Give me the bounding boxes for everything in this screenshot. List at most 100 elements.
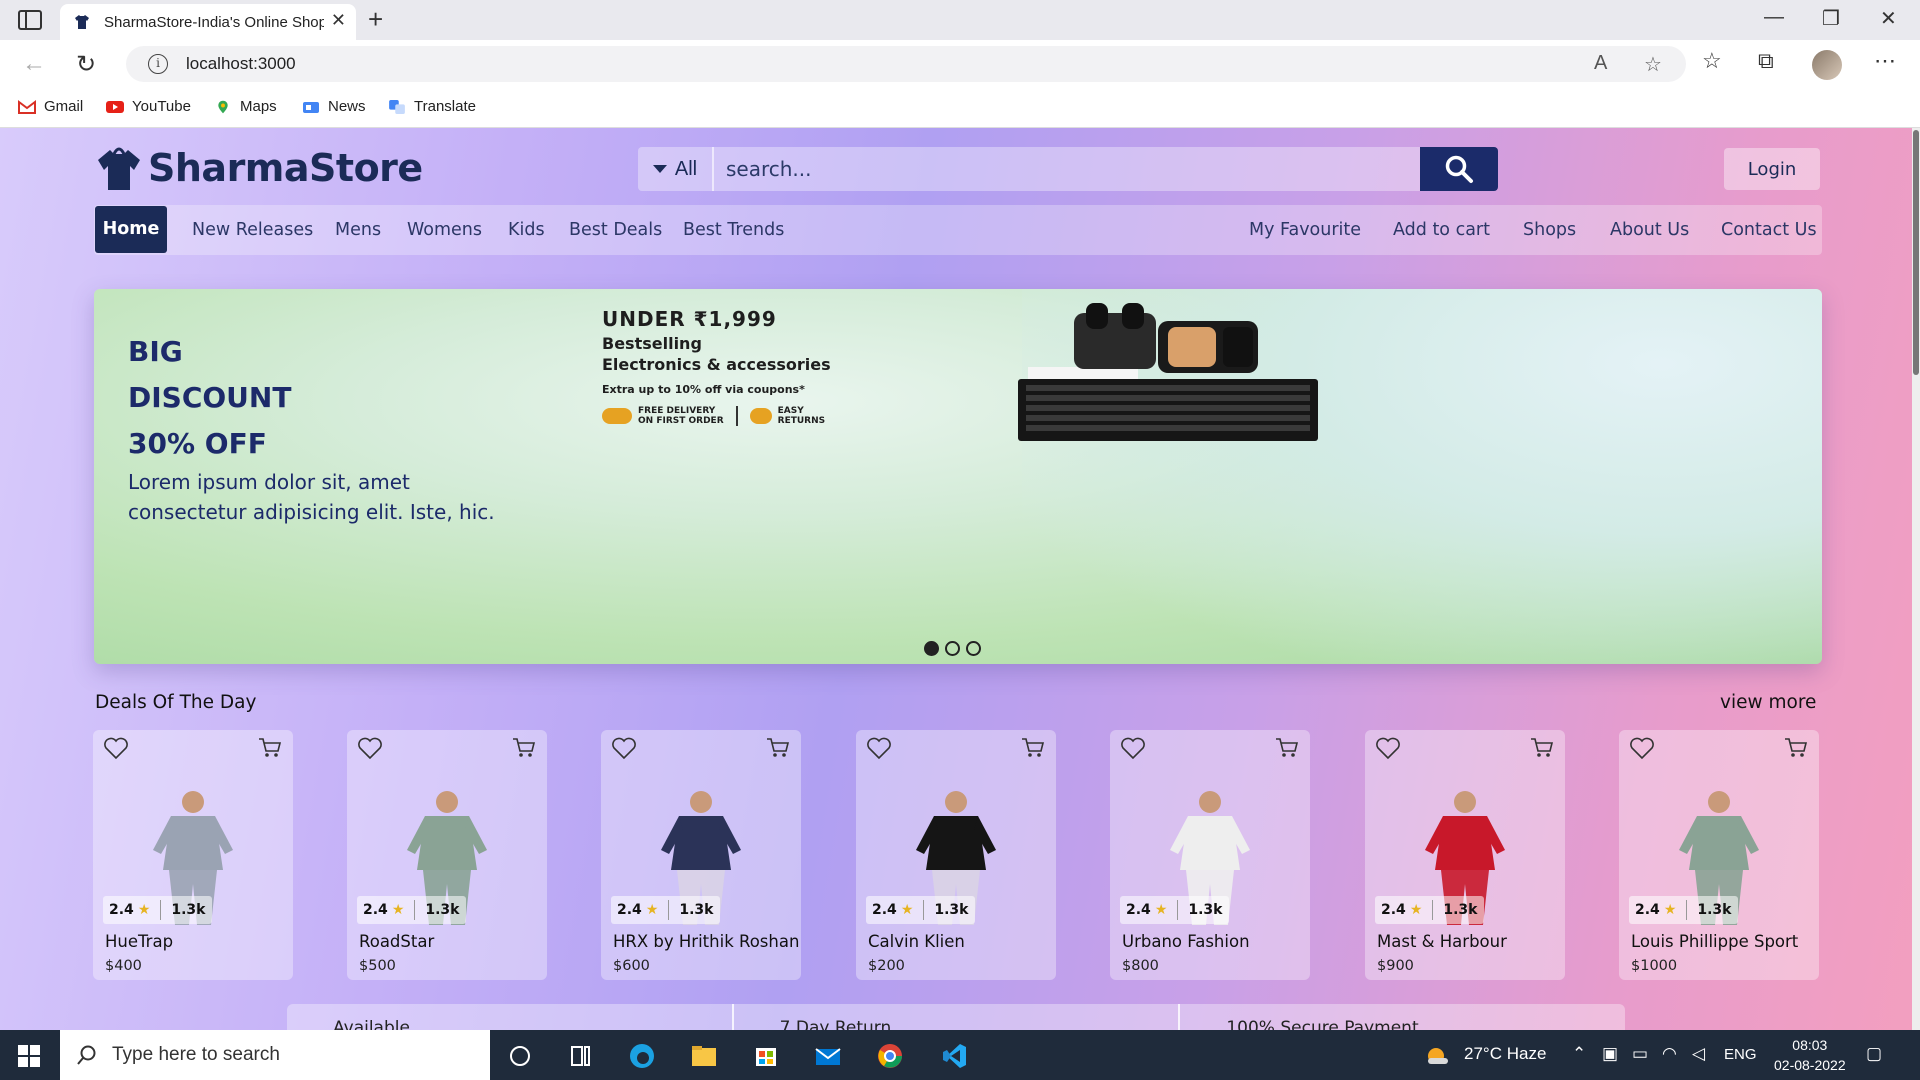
chevron-up-icon[interactable]: ⌃ — [1572, 1044, 1586, 1064]
language-indicator[interactable]: ENG — [1724, 1046, 1757, 1063]
features-strip: Available 7 Day Return 100% Secure Payme… — [287, 1004, 1625, 1030]
add-favorite-icon[interactable]: ☆ — [1644, 52, 1662, 77]
heart-icon[interactable] — [357, 736, 383, 760]
scrollbar-thumb[interactable] — [1913, 130, 1919, 375]
product-card[interactable]: 2.4 ★ 1.3k Mast & Harbour $900 — [1365, 730, 1565, 980]
product-card[interactable]: 2.4 ★ 1.3k RoadStar $500 — [347, 730, 547, 980]
site-logo[interactable]: SharmaStore — [96, 144, 423, 192]
view-more-link[interactable]: view more — [1720, 692, 1816, 713]
url-field[interactable]: i localhost:3000 A ☆ — [126, 46, 1686, 82]
login-button[interactable]: Login — [1724, 148, 1820, 190]
product-name: HueTrap — [105, 932, 174, 951]
nav-new-releases[interactable]: New Releases — [192, 205, 313, 255]
read-aloud-icon[interactable]: A — [1594, 52, 1607, 75]
product-card[interactable]: 2.4 ★ 1.3k Calvin Klien $200 — [856, 730, 1056, 980]
hero-carousel[interactable]: BIG DISCOUNT 30% OFF Lorem ipsum dolor s… — [94, 289, 1822, 664]
back-icon[interactable]: ← — [22, 50, 46, 78]
task-view-icon[interactable] — [566, 1042, 594, 1070]
profile-avatar[interactable] — [1812, 50, 1842, 80]
search-category-dropdown[interactable]: All — [638, 147, 714, 191]
product-name: Urbano Fashion — [1122, 932, 1250, 951]
close-window-icon[interactable]: ✕ — [1880, 6, 1897, 31]
nav-mens[interactable]: Mens — [335, 205, 381, 255]
heart-icon[interactable] — [1375, 736, 1401, 760]
nav-my-favourite[interactable]: My Favourite — [1249, 205, 1361, 255]
bookmark-label: Maps — [240, 98, 277, 115]
mail-icon[interactable] — [814, 1042, 842, 1070]
nav-kids[interactable]: Kids — [508, 205, 545, 255]
store-icon[interactable] — [752, 1042, 780, 1070]
carousel-dot-3[interactable] — [966, 641, 981, 656]
new-tab-icon[interactable]: + — [368, 4, 383, 35]
nav-shops[interactable]: Shops — [1523, 205, 1576, 255]
cortana-icon[interactable] — [506, 1042, 534, 1070]
vscode-icon[interactable] — [940, 1042, 968, 1070]
bookmark-translate[interactable]: Translate — [388, 98, 476, 115]
heart-icon[interactable] — [1120, 736, 1146, 760]
product-card[interactable]: 2.4 ★ 1.3k HueTrap $400 — [93, 730, 293, 980]
bookmark-maps[interactable]: Maps — [214, 98, 277, 115]
edge-icon[interactable] — [628, 1042, 656, 1070]
heart-icon[interactable] — [1629, 736, 1655, 760]
product-card[interactable]: 2.4 ★ 1.3k HRX by Hrithik Roshan $600 — [601, 730, 801, 980]
nav-best-trends[interactable]: Best Trends — [683, 205, 784, 255]
weather-icon[interactable] — [1424, 1042, 1452, 1070]
collections-icon[interactable]: ⧉ — [1758, 48, 1774, 74]
nav-about-us[interactable]: About Us — [1610, 205, 1689, 255]
maximize-icon[interactable]: ❐ — [1822, 6, 1840, 31]
product-card[interactable]: 2.4 ★ 1.3k Louis Phillippe Sport $1000 — [1619, 730, 1819, 980]
info-icon[interactable]: i — [148, 54, 168, 74]
wifi-icon[interactable]: ◠ — [1662, 1044, 1677, 1064]
browser-tab[interactable]: SharmaStore-India's Online Shop ✕ — [60, 4, 356, 40]
product-price: $400 — [105, 958, 142, 974]
bookmark-youtube[interactable]: YouTube — [106, 98, 191, 115]
bookmark-label: Gmail — [44, 98, 84, 115]
nav-add-to-cart[interactable]: Add to cart — [1393, 205, 1490, 255]
add-to-cart-icon[interactable] — [257, 736, 283, 760]
volume-icon[interactable]: ◁ — [1692, 1044, 1705, 1064]
battery-icon[interactable]: ▭ — [1632, 1044, 1648, 1064]
page-scrollbar[interactable] — [1912, 128, 1920, 1030]
minimize-icon[interactable]: — — [1764, 6, 1784, 29]
promo-sub-1: Bestselling — [602, 334, 702, 353]
add-to-cart-icon[interactable] — [1783, 736, 1809, 760]
badge-text: FREE DELIVERY — [638, 406, 716, 416]
add-to-cart-icon[interactable] — [1020, 736, 1046, 760]
nav-womens[interactable]: Womens — [407, 205, 482, 255]
carousel-dot-1[interactable] — [924, 641, 939, 656]
gmail-icon — [18, 99, 36, 114]
file-explorer-icon[interactable] — [690, 1042, 718, 1070]
add-to-cart-icon[interactable] — [511, 736, 537, 760]
heart-icon[interactable] — [611, 736, 637, 760]
tab-actions-icon[interactable] — [18, 10, 42, 30]
bookmark-gmail[interactable]: Gmail — [18, 98, 83, 115]
refresh-icon[interactable]: ↻ — [76, 50, 96, 79]
product-card[interactable]: 2.4 ★ 1.3k Urbano Fashion $800 — [1110, 730, 1310, 980]
search-button[interactable] — [1420, 147, 1498, 191]
favorites-icon[interactable]: ☆ — [1702, 48, 1722, 74]
add-to-cart-icon[interactable] — [765, 736, 791, 760]
review-count: 1.3k — [934, 902, 969, 918]
nav-home[interactable]: Home — [95, 206, 167, 253]
chrome-icon[interactable] — [876, 1042, 904, 1070]
add-to-cart-icon[interactable] — [1529, 736, 1555, 760]
taskbar-search[interactable]: Type here to search — [60, 1030, 490, 1080]
heart-icon[interactable] — [866, 736, 892, 760]
search-input[interactable] — [714, 147, 1420, 191]
nav-contact-us[interactable]: Contact Us — [1721, 205, 1817, 255]
windows-start-icon[interactable] — [18, 1045, 40, 1067]
add-to-cart-icon[interactable] — [1274, 736, 1300, 760]
feature-label: 100% Secure Payment — [1226, 1018, 1419, 1030]
rating-badge: 2.4 ★ 1.3k — [866, 896, 975, 924]
taskbar-clock[interactable]: 08:03 02-08-2022 — [1774, 1035, 1846, 1075]
translate-icon — [389, 99, 405, 114]
heart-icon[interactable] — [103, 736, 129, 760]
review-count: 1.3k — [1443, 902, 1478, 918]
bookmark-news[interactable]: News — [302, 98, 366, 115]
tab-close-icon[interactable]: ✕ — [331, 10, 346, 31]
meet-icon[interactable]: ▣ — [1602, 1044, 1618, 1064]
carousel-dot-2[interactable] — [945, 641, 960, 656]
notifications-icon[interactable]: ▢ — [1866, 1044, 1882, 1064]
more-icon[interactable]: ⋯ — [1874, 48, 1896, 74]
nav-best-deals[interactable]: Best Deals — [569, 205, 662, 255]
